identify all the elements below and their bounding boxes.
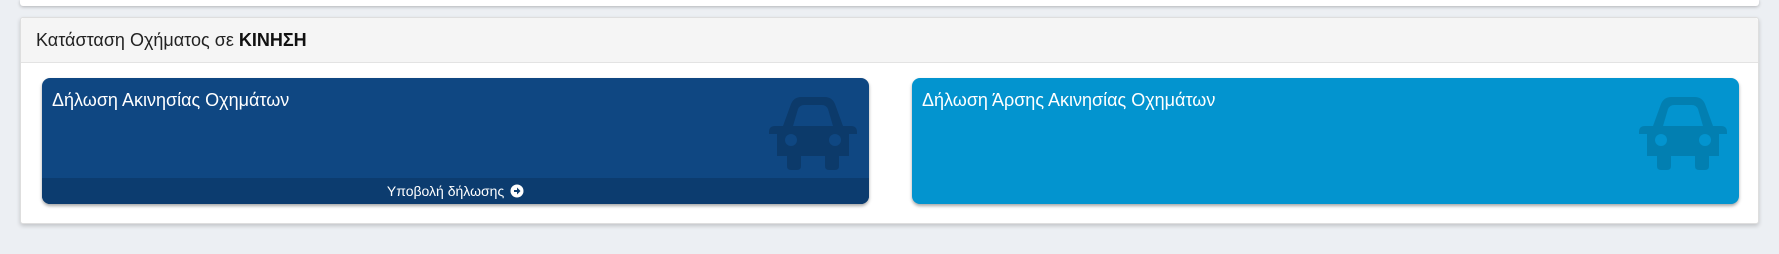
car-icon xyxy=(1639,97,1727,170)
lift-immobilization-declaration-card[interactable]: Δήλωση Άρσης Ακινησίας Οχημάτων xyxy=(912,78,1739,204)
previous-panel-edge xyxy=(20,0,1759,6)
arrow-circle-right-icon xyxy=(510,184,524,198)
card-title: Δήλωση Ακινησίας Οχημάτων xyxy=(52,90,290,110)
immobilization-declaration-card[interactable]: Δήλωση Ακινησίας Οχημάτων Υποβολή δήλωση… xyxy=(42,78,869,204)
car-icon xyxy=(769,97,857,170)
panel-header: Κατάσταση Οχήματος σε ΚΙΝΗΣΗ xyxy=(21,18,1758,63)
vehicle-status-panel: Κατάσταση Οχήματος σε ΚΙΝΗΣΗ Δήλωση Ακιν… xyxy=(20,17,1759,224)
submit-declaration-link[interactable]: Υποβολή δήλωσης xyxy=(42,178,869,204)
panel-title-prefix: Κατάσταση Οχήματος σε xyxy=(36,30,239,50)
panel-title-status: ΚΙΝΗΣΗ xyxy=(238,30,307,50)
card-title: Δήλωση Άρσης Ακινησίας Οχημάτων xyxy=(922,90,1216,110)
submit-declaration-label: Υποβολή δήλωσης xyxy=(386,183,505,199)
